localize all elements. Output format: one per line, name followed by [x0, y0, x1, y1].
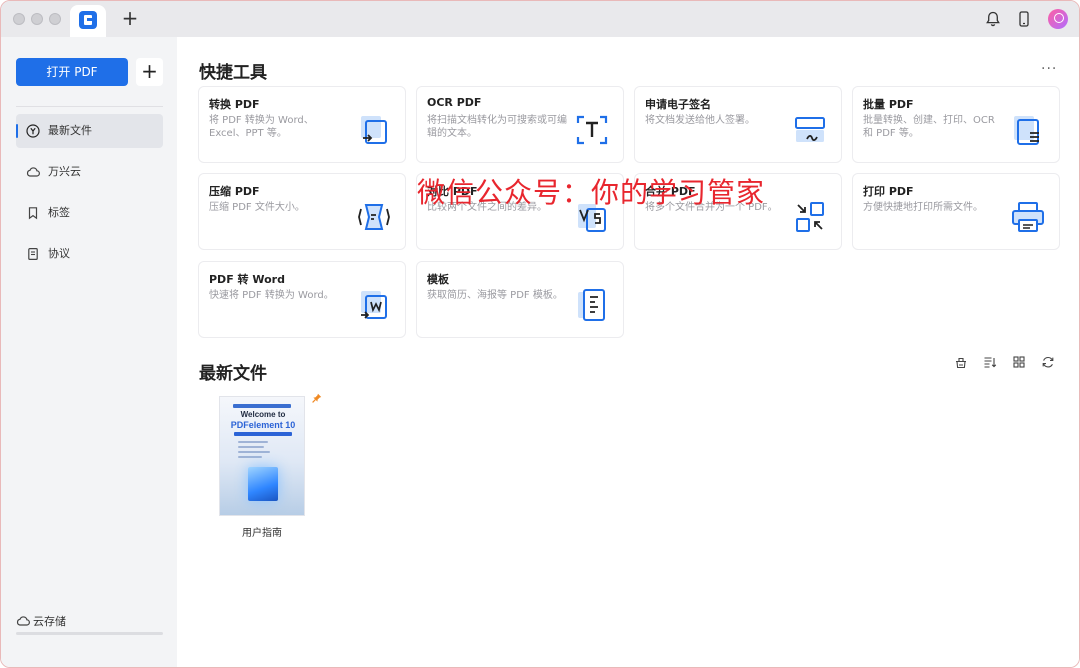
bookmark-icon — [28, 207, 38, 220]
tool-card-desc: 将 PDF 转换为 Word、Excel、PPT 等。 — [209, 115, 314, 139]
file-thumbnail: Welcome to PDFelement 10 — [219, 396, 305, 516]
thumbnail-text-line — [238, 451, 270, 453]
template-icon — [578, 289, 605, 321]
tool-card-title: 打印 PDF — [863, 185, 914, 198]
thumbnail-text-line — [238, 456, 262, 458]
sidebar-item-agreements[interactable]: 协议 — [16, 237, 163, 271]
cloud-storage-label: 云存储 — [33, 615, 66, 628]
zoom-window-button[interactable] — [49, 13, 61, 25]
tool-card-desc: 获取简历、海报等 PDF 模板。 — [427, 290, 563, 301]
app-window: + 打开 PDF + 最新文件 万兴云 标签 协议 云存储 快捷工具 ··· 转… — [0, 0, 1080, 668]
sidebar-item-cloud[interactable]: 万兴云 — [16, 155, 163, 189]
tool-card-desc: 压缩 PDF 文件大小。 — [209, 202, 305, 213]
tool-card-title: 申请电子签名 — [645, 98, 711, 111]
close-window-button[interactable] — [13, 13, 25, 25]
sidebar-item-label: 最新文件 — [48, 124, 92, 137]
minimize-window-button[interactable] — [31, 13, 43, 25]
open-pdf-button[interactable]: 打开 PDF — [16, 58, 128, 86]
pin-icon[interactable] — [312, 393, 322, 403]
tool-card-pdf-to-word[interactable]: PDF 转 Word 快速将 PDF 转换为 Word。 — [198, 261, 406, 338]
cloud-icon — [26, 167, 40, 177]
recent-icon — [26, 124, 40, 138]
thumbnail-text-line — [238, 446, 264, 448]
tool-card-desc: 将文档发送给他人签署。 — [645, 115, 755, 126]
new-tab-button[interactable]: + — [120, 8, 140, 28]
grid-view-icon[interactable] — [1012, 355, 1026, 369]
cloud-icon — [16, 616, 30, 626]
document-icon — [28, 248, 38, 261]
refresh-icon[interactable] — [1041, 355, 1055, 369]
batch-icon — [1014, 116, 1039, 145]
thumbnail-cube-graphic — [248, 467, 278, 501]
tool-card-template[interactable]: 模板 获取简历、海报等 PDF 模板。 — [416, 261, 624, 338]
thumbnail-subheading: PDFelement 10 — [230, 420, 296, 430]
sidebar-divider — [16, 106, 163, 107]
pdfelement-logo-icon — [79, 11, 97, 29]
thumbnail-logo-strip — [233, 404, 291, 408]
compress-icon — [358, 204, 390, 230]
title-bar: + — [1, 1, 1079, 37]
recent-files-title: 最新文件 — [199, 364, 267, 384]
tool-card-batch[interactable]: 批量 PDF 批量转换、创建、打印、OCR 和 PDF 等。 — [852, 86, 1060, 163]
quick-tools-title: 快捷工具 — [199, 63, 267, 83]
tool-card-print[interactable]: 打印 PDF 方便快捷地打印所需文件。 — [852, 173, 1060, 250]
recent-file-card[interactable]: Welcome to PDFelement 10 — [219, 396, 305, 516]
create-new-button[interactable]: + — [136, 58, 163, 86]
thumbnail-heading: Welcome to — [240, 410, 286, 419]
sidebar-item-recent[interactable]: 最新文件 — [16, 114, 163, 148]
thumbnail-banner — [234, 432, 292, 436]
more-options-icon[interactable]: ··· — [1041, 61, 1056, 77]
ocr-icon — [576, 115, 608, 145]
bell-icon[interactable] — [984, 10, 1002, 28]
sort-icon[interactable] — [983, 355, 997, 369]
watermark-text: 微信公众号：你的学习管家 — [417, 176, 766, 209]
tool-card-ocr[interactable]: OCR PDF 将扫描文档转化为可搜索或可编辑的文本。 — [416, 86, 624, 163]
sidebar-item-label: 标签 — [48, 206, 70, 219]
convert-icon — [361, 116, 387, 144]
user-avatar[interactable] — [1048, 9, 1068, 29]
tool-card-compress[interactable]: 压缩 PDF 压缩 PDF 文件大小。 — [198, 173, 406, 250]
tool-card-desc: 将扫描文档转化为可搜索或可编辑的文本。 — [427, 115, 567, 139]
recent-file-name: 用户指南 — [242, 528, 282, 539]
tool-card-title: 转换 PDF — [209, 98, 260, 111]
tool-card-title: 压缩 PDF — [209, 185, 260, 198]
tool-card-title: PDF 转 Word — [209, 273, 285, 286]
tool-card-title: OCR PDF — [427, 96, 482, 109]
print-icon — [1012, 202, 1044, 232]
main-content: 快捷工具 ··· 转换 PDF 将 PDF 转换为 Word、Excel、PPT… — [177, 37, 1079, 667]
sidebar-item-tags[interactable]: 标签 — [16, 196, 163, 230]
tool-card-desc: 批量转换、创建、打印、OCR 和 PDF 等。 — [863, 115, 995, 139]
home-tab[interactable] — [70, 5, 106, 37]
sidebar: 打开 PDF + 最新文件 万兴云 标签 协议 云存储 — [1, 37, 177, 667]
signature-icon — [795, 117, 825, 142]
clear-recent-icon[interactable] — [954, 355, 968, 369]
pdf-to-word-icon — [361, 291, 387, 319]
thumbnail-text-line — [238, 441, 268, 443]
tool-card-title: 模板 — [427, 273, 449, 286]
tool-card-esign[interactable]: 申请电子签名 将文档发送给他人签署。 — [634, 86, 842, 163]
mobile-device-icon[interactable] — [1015, 10, 1033, 28]
tool-card-title: 批量 PDF — [863, 98, 914, 111]
tool-card-desc: 方便快捷地打印所需文件。 — [863, 202, 983, 213]
cloud-storage-usage-bar — [16, 632, 163, 635]
sidebar-item-label: 协议 — [48, 247, 70, 260]
sidebar-item-label: 万兴云 — [48, 165, 81, 178]
tool-card-desc: 快速将 PDF 转换为 Word。 — [209, 290, 334, 301]
tool-card-convert[interactable]: 转换 PDF 将 PDF 转换为 Word、Excel、PPT 等。 — [198, 86, 406, 163]
merge-icon — [796, 202, 824, 232]
